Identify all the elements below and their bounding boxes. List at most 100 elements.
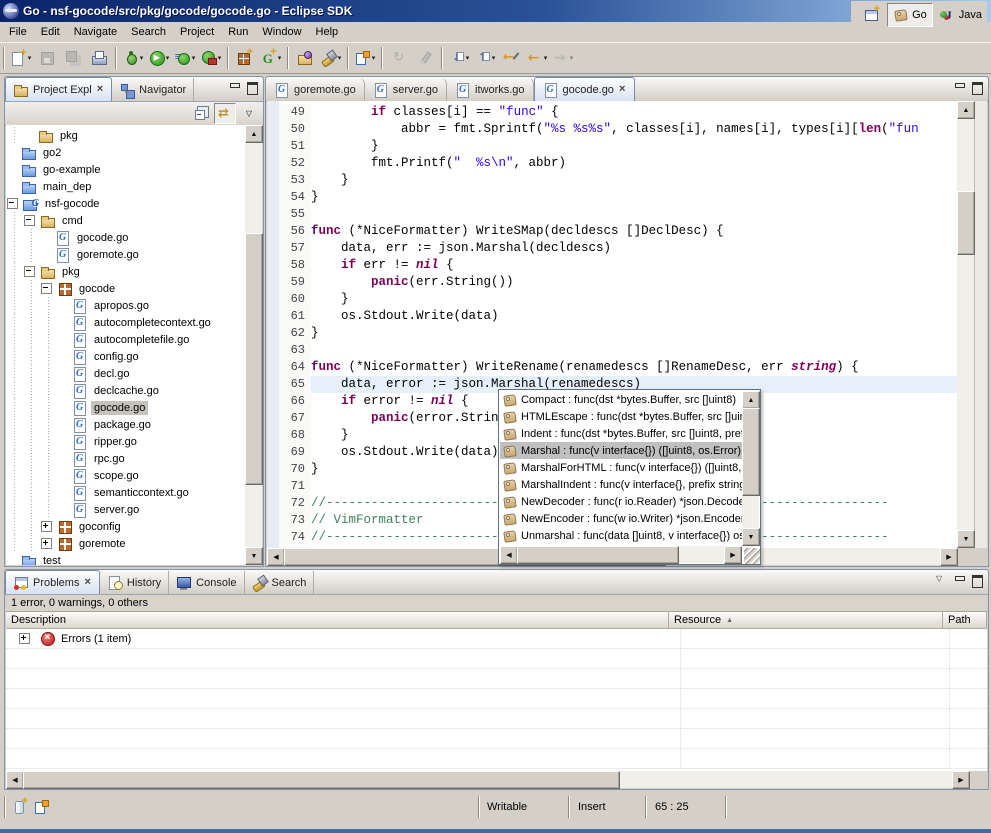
code-line[interactable]: 50 abbr = fmt.Sprintf("%s %s%s", classes… — [279, 121, 957, 138]
chevron-down-icon[interactable]: ▾ — [140, 54, 144, 62]
editor-tab-itworks-go[interactable]: itworks.go — [447, 78, 534, 101]
tree-item[interactable]: goremote — [6, 535, 245, 552]
autocomplete-item[interactable]: Marshal : func(v interface{}) ([]uint8, … — [500, 442, 742, 459]
expand-icon[interactable] — [41, 538, 52, 549]
tree-item[interactable]: pkg — [6, 263, 245, 280]
tree-item[interactable]: go2 — [6, 144, 245, 161]
editor-tab-goremote-go[interactable]: goremote.go — [266, 78, 365, 101]
scrollbar-thumb[interactable] — [23, 771, 620, 789]
close-icon[interactable]: × — [96, 84, 104, 95]
tree-item[interactable]: rpc.go — [6, 450, 245, 467]
chevron-down-icon[interactable]: ▾ — [192, 54, 196, 62]
code-line[interactable]: 61 os.Stdout.Write(data) — [279, 308, 957, 325]
chevron-down-icon[interactable]: ▾ — [166, 54, 170, 62]
overview-ruler[interactable] — [974, 101, 987, 548]
code-line[interactable]: 55 — [279, 206, 957, 223]
expand-icon[interactable] — [41, 521, 52, 532]
scroll-right-icon[interactable]: ▶ — [940, 548, 958, 566]
autocomplete-item[interactable]: HTMLEscape : func(dst *bytes.Buffer, src… — [500, 408, 742, 425]
new-wizard-button[interactable]: ▾ — [8, 46, 34, 70]
perspective-go[interactable]: Go — [887, 3, 933, 27]
scroll-left-icon[interactable]: ◀ — [500, 546, 518, 564]
scrollbar-thumb[interactable] — [245, 233, 263, 485]
menu-run[interactable]: Run — [221, 24, 255, 40]
tree-item[interactable]: gocode — [6, 280, 245, 297]
tree-item[interactable]: ripper.go — [6, 433, 245, 450]
collapse-icon[interactable] — [24, 215, 35, 226]
tree-item[interactable]: nsf-gocode — [6, 195, 245, 212]
tree-item[interactable]: goremote.go — [6, 246, 245, 263]
code-line[interactable]: 59 panic(err.String()) — [279, 274, 957, 291]
project-tree[interactable]: pkggo2go-examplemain_depnsf-gocodecmdgoc… — [6, 125, 245, 565]
tree-item[interactable]: config.go — [6, 348, 245, 365]
tree-item[interactable]: test — [6, 552, 245, 565]
close-icon[interactable]: × — [618, 84, 626, 95]
view-menu-button[interactable]: ▽ — [239, 104, 259, 123]
maximize-view-icon[interactable] — [245, 81, 260, 94]
annotation-button[interactable]: ▾ — [352, 46, 378, 70]
chevron-down-icon[interactable]: ▾ — [28, 54, 32, 62]
fast-view-icon[interactable] — [12, 799, 28, 815]
maximize-view-icon[interactable] — [970, 81, 985, 94]
code-line[interactable]: 53 } — [279, 172, 957, 189]
explorer-tab-navigator[interactable]: Navigator — [112, 78, 194, 101]
tree-item[interactable]: gocode.go — [6, 399, 245, 416]
back-button[interactable]: ▾ — [524, 46, 550, 70]
explorer-scrollbar[interactable]: ▲ ▼ — [245, 125, 262, 565]
run-history-button[interactable]: ▾ — [172, 46, 198, 70]
column-header-description[interactable]: Description — [6, 612, 669, 629]
chevron-down-icon[interactable]: ▾ — [338, 54, 342, 62]
collapse-all-button[interactable] — [191, 104, 211, 123]
tree-item[interactable]: main_dep — [6, 178, 245, 195]
chevron-down-icon[interactable]: ▾ — [492, 54, 496, 62]
problems-horizontal-scrollbar[interactable]: ◀ ▶ — [6, 771, 970, 788]
popup-vertical-scrollbar[interactable]: ▲ ▼ — [742, 391, 759, 546]
minimize-view-icon[interactable] — [227, 81, 242, 94]
view-menu-icon[interactable] — [934, 574, 949, 587]
problems-row[interactable]: Errors (1 item) — [6, 629, 987, 649]
tree-item[interactable]: decl.go — [6, 365, 245, 382]
editor-vertical-scrollbar[interactable]: ▲ ▼ — [957, 101, 974, 548]
menu-project[interactable]: Project — [173, 24, 221, 40]
tree-item[interactable]: autocompletefile.go — [6, 331, 245, 348]
next-annotation-button[interactable]: ▾ — [446, 46, 472, 70]
scroll-right-icon[interactable]: ▶ — [952, 771, 970, 789]
autocomplete-list[interactable]: Compact : func(dst *bytes.Buffer, src []… — [500, 391, 742, 546]
scroll-down-icon[interactable]: ▼ — [245, 547, 263, 565]
autocomplete-item[interactable]: NewDecoder : func(r io.Reader) *json.Dec… — [500, 493, 742, 510]
chevron-down-icon[interactable]: ▾ — [466, 54, 470, 62]
column-header-path[interactable]: Path — [943, 612, 987, 629]
chevron-down-icon[interactable]: ▾ — [218, 54, 222, 62]
print-button[interactable] — [86, 46, 112, 70]
tree-item[interactable]: cmd — [6, 212, 245, 229]
scrollbar-thumb[interactable] — [957, 191, 975, 255]
prev-annotation-button[interactable]: ▾ — [472, 46, 498, 70]
tree-item[interactable]: semanticcontext.go — [6, 484, 245, 501]
close-icon[interactable]: × — [83, 577, 91, 588]
autocomplete-item[interactable]: NewEncoder : func(w io.Writer) *json.Enc… — [500, 510, 742, 527]
open-artifact-button[interactable] — [292, 46, 318, 70]
scrollbar-thumb[interactable] — [517, 546, 679, 564]
explorer-tab-project-expl[interactable]: Project Expl× — [5, 77, 112, 101]
code-line[interactable]: 63 — [279, 342, 957, 359]
code-line[interactable]: 56func (*NiceFormatter) WriteSMap(declde… — [279, 223, 957, 240]
scroll-down-icon[interactable]: ▼ — [742, 528, 760, 546]
scroll-up-icon[interactable]: ▲ — [957, 101, 975, 119]
scroll-right-icon[interactable]: ▶ — [724, 546, 742, 564]
open-perspective-button[interactable] — [859, 4, 885, 26]
problems-tab-console[interactable]: Console — [169, 571, 244, 594]
editor-tab-gocode-go[interactable]: gocode.go× — [534, 77, 636, 101]
problems-tab-search[interactable]: Search — [245, 571, 315, 594]
editor-tab-server-go[interactable]: server.go — [365, 78, 447, 101]
tree-item[interactable]: scope.go — [6, 467, 245, 484]
minimize-view-icon[interactable] — [952, 574, 967, 587]
column-header-resource[interactable]: Resource▲ — [669, 612, 943, 629]
code-line[interactable]: 62} — [279, 325, 957, 342]
external-tools-button[interactable]: ▾ — [198, 46, 224, 70]
menu-file[interactable]: File — [2, 24, 34, 40]
tree-item[interactable]: goconfig — [6, 518, 245, 535]
scroll-up-icon[interactable]: ▲ — [742, 391, 760, 409]
problems-table[interactable]: DescriptionResource▲Path Errors (1 item) — [6, 612, 987, 771]
scroll-down-icon[interactable]: ▼ — [957, 530, 975, 548]
code-line[interactable]: 49 if classes[i] == "func" { — [279, 104, 957, 121]
